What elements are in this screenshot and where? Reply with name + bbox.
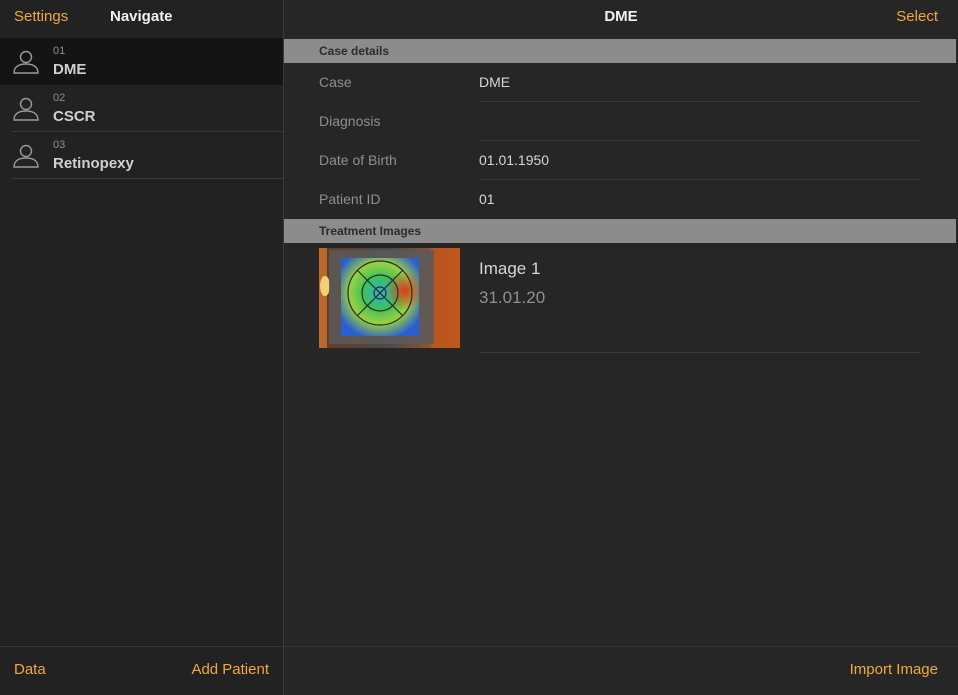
patient-id-value: 01 <box>479 191 495 207</box>
settings-button[interactable]: Settings <box>14 8 68 25</box>
patient-name: Retinopexy <box>53 155 134 172</box>
treatment-images-header: Treatment Images <box>284 219 956 243</box>
sidebar: Settings Navigate 01 DME 02 CSCR 03 Reti… <box>0 0 284 695</box>
patient-id-row[interactable]: Patient ID 01 <box>284 180 958 219</box>
patient-item-cscr[interactable]: 02 CSCR <box>0 85 283 132</box>
patient-list: 01 DME 02 CSCR 03 Retinopexy <box>0 38 283 179</box>
date-of-birth-value: 01.01.1950 <box>479 152 550 168</box>
detail-header: DME Select <box>284 0 958 38</box>
select-button[interactable]: Select <box>896 8 938 25</box>
section-header-label: Case details <box>319 44 390 58</box>
case-details-header: Case details <box>284 39 956 63</box>
date-of-birth-row[interactable]: Date of Birth 01.01.1950 <box>284 141 958 180</box>
diagnosis-label: Diagnosis <box>319 113 381 129</box>
patient-item-dme[interactable]: 01 DME <box>0 38 283 85</box>
divider <box>479 352 920 353</box>
patient-name: CSCR <box>53 108 96 125</box>
patient-number: 01 <box>53 45 66 57</box>
detail-pane: DME Select Case details Case DME Diagnos… <box>284 0 958 695</box>
sidebar-header: Settings Navigate <box>0 0 283 38</box>
sidebar-toolbar: Data Add Patient <box>0 646 283 695</box>
page-title: DME <box>604 8 638 25</box>
patient-number: 03 <box>53 139 66 151</box>
person-icon <box>13 50 39 74</box>
data-button[interactable]: Data <box>14 661 46 678</box>
detail-toolbar: Import Image <box>284 646 958 695</box>
case-value: DME <box>479 74 511 90</box>
diagnosis-row[interactable]: Diagnosis <box>284 102 958 141</box>
date-of-birth-label: Date of Birth <box>319 152 397 168</box>
patient-number: 02 <box>53 92 66 104</box>
case-row[interactable]: Case DME <box>284 63 958 102</box>
divider <box>12 178 283 179</box>
person-icon <box>13 144 39 168</box>
patient-name: DME <box>53 61 87 78</box>
treatment-image-item[interactable]: Image 1 31.01.20 <box>284 244 958 354</box>
image-title: Image 1 <box>479 259 541 278</box>
section-header-label: Treatment Images <box>319 224 422 238</box>
person-icon <box>13 97 39 121</box>
patient-item-retinopexy[interactable]: 03 Retinopexy <box>0 132 283 179</box>
retina-scan-thumbnail <box>319 248 460 348</box>
patient-id-label: Patient ID <box>319 191 381 207</box>
add-patient-button[interactable]: Add Patient <box>191 661 269 678</box>
import-image-button[interactable]: Import Image <box>850 661 938 678</box>
image-date: 31.01.20 <box>479 288 546 307</box>
case-label: Case <box>319 74 352 90</box>
sidebar-title: Navigate <box>110 8 173 25</box>
